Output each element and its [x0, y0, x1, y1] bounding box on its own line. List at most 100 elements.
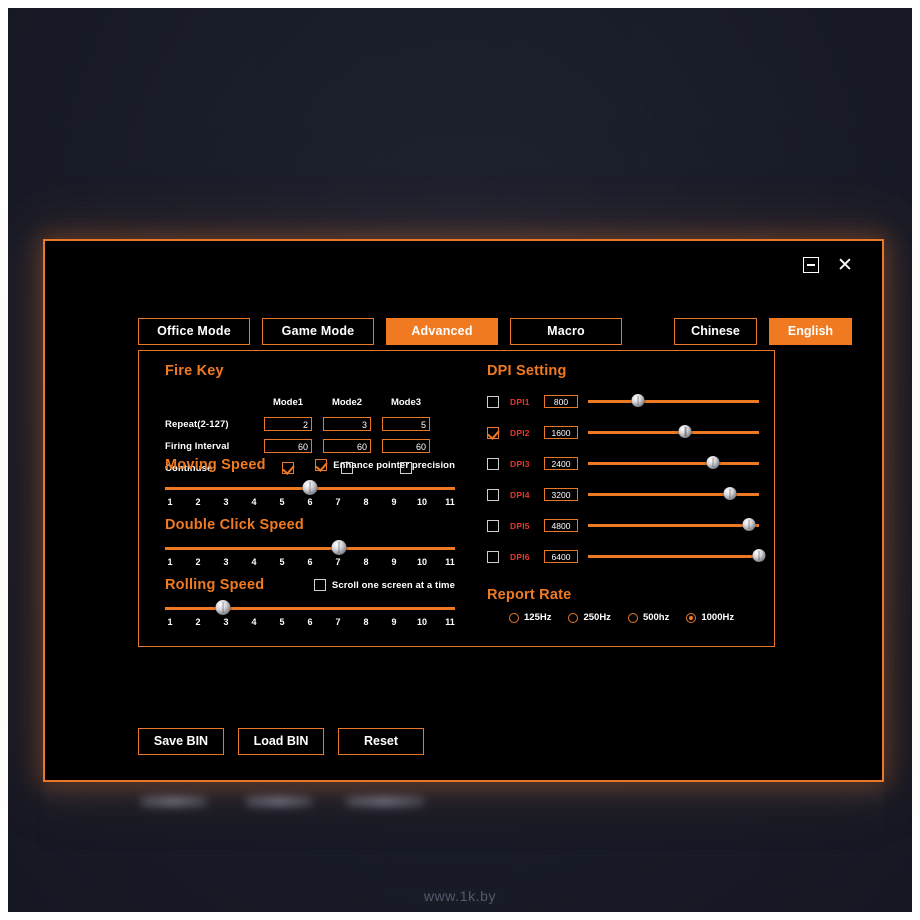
firing-interval-mode3-input[interactable]: 60 [382, 439, 430, 453]
save-bin-button[interactable]: Save BIN [138, 728, 224, 755]
moving-speed-tick: 7 [335, 497, 341, 507]
dpi-row-3: DPI3 2400 [487, 455, 759, 472]
fire-key-col-mode1: Mode1 [272, 396, 304, 408]
dpi5-slider[interactable] [588, 518, 759, 533]
language-switcher: Chinese English [674, 318, 852, 345]
rolling-speed-tick: 6 [307, 617, 313, 627]
repeat-mode3-input[interactable]: 5 [382, 417, 430, 431]
reflection-blur-1 [141, 796, 207, 807]
report-rate-500hz-radio[interactable] [627, 612, 638, 623]
language-chinese-button[interactable]: Chinese [674, 318, 757, 345]
repeat-label: Repeat(2-127) [165, 418, 229, 430]
scroll-one-screen-checkbox[interactable] [313, 579, 326, 591]
moving-speed-tick: 11 [445, 497, 455, 507]
dpi-row-1: DPI1 800 [487, 393, 759, 410]
minimize-button[interactable] [803, 257, 819, 273]
enhance-pointer-precision-option[interactable]: Enhance pointer precision [315, 459, 455, 471]
report-rate-1000hz-radio[interactable] [686, 612, 697, 623]
dpi6-checkbox[interactable] [487, 550, 499, 563]
double-click-speed-tick: 7 [335, 557, 341, 567]
moving-speed-thumb[interactable] [302, 480, 318, 495]
rolling-speed-tick: 9 [391, 617, 397, 627]
dpi5-thumb[interactable] [742, 518, 756, 531]
report-rate-1000hz[interactable]: 1000Hz [686, 612, 734, 623]
report-rate-250hz-label: 250Hz [583, 612, 611, 623]
dpi4-slider[interactable] [588, 487, 759, 502]
double-click-speed-title: Double Click Speed [165, 517, 304, 533]
dpi5-track [588, 524, 759, 527]
double-click-speed-tick: 10 [417, 557, 428, 567]
moving-speed-header: Moving Speed Enhance pointer precision [165, 457, 455, 473]
tab-office-mode[interactable]: Office Mode [138, 318, 250, 345]
report-rate-125hz-radio[interactable] [509, 612, 519, 623]
moving-speed-slider[interactable] [165, 480, 455, 496]
dpi4-thumb[interactable] [723, 487, 737, 500]
dpi1-thumb[interactable] [631, 394, 645, 407]
rolling-speed-track [165, 607, 455, 610]
mode-tab-bar: Office Mode Game Mode Advanced Macro [138, 318, 622, 345]
firing-interval-label: Firing Interval [165, 440, 230, 452]
dpi-row-2: DPI2 1600 [487, 424, 759, 441]
dpi3-thumb[interactable] [706, 456, 720, 469]
repeat-mode1-input[interactable]: 2 [264, 417, 312, 431]
repeat-mode2-cell: 3 [322, 417, 372, 431]
dpi6-thumb[interactable] [752, 549, 766, 562]
report-rate-125hz-label: 125Hz [524, 612, 552, 623]
dpi-row-5: DPI5 4800 [487, 517, 759, 534]
moving-speed-tick: 3 [223, 497, 229, 507]
rolling-speed-tick: 2 [195, 617, 201, 627]
dpi1-slider[interactable] [588, 394, 759, 409]
dpi6-value[interactable]: 6400 [544, 550, 578, 563]
dpi-row-4: DPI4 3200 [487, 486, 759, 503]
dpi3-slider[interactable] [588, 456, 759, 471]
fire-key-row-repeat: Repeat(2-127) 2 3 5 [165, 413, 455, 435]
scroll-one-screen-option[interactable]: Scroll one screen at a time [313, 579, 455, 591]
double-click-speed-tick: 4 [251, 557, 257, 567]
moving-speed-ticks: 1 2 3 4 5 6 7 8 9 10 11 [165, 497, 455, 507]
repeat-mode2-input[interactable]: 3 [323, 417, 371, 431]
dpi4-checkbox[interactable] [487, 488, 499, 501]
report-rate-250hz[interactable]: 250Hz [568, 612, 611, 623]
double-click-speed-thumb[interactable] [331, 540, 347, 555]
report-rate-125hz[interactable]: 125Hz [509, 612, 551, 623]
dpi3-checkbox[interactable] [487, 457, 499, 470]
fire-key-col-mode2: Mode2 [331, 396, 363, 408]
tab-game-mode[interactable]: Game Mode [262, 318, 374, 345]
fire-key-header-row: Mode1 Mode2 Mode3 [165, 391, 455, 413]
double-click-speed-header: Double Click Speed [165, 517, 455, 533]
load-bin-button[interactable]: Load BIN [238, 728, 324, 755]
dpi6-label: DPI6 [510, 551, 530, 562]
language-english-button[interactable]: English [769, 318, 852, 345]
close-button[interactable]: ✕ [836, 256, 854, 275]
rolling-speed-slider[interactable] [165, 600, 455, 616]
dpi5-checkbox[interactable] [487, 519, 499, 532]
report-rate-500hz[interactable]: 500hz [627, 612, 669, 623]
dpi5-value[interactable]: 4800 [544, 519, 578, 532]
firing-interval-mode3-cell: 60 [381, 439, 431, 453]
dpi2-checkbox[interactable] [487, 426, 499, 439]
moving-speed-tick: 8 [363, 497, 369, 507]
report-rate-section: Report Rate 125Hz 250Hz 500hz 1000Hz [487, 587, 777, 623]
dpi4-value[interactable]: 3200 [544, 488, 578, 501]
report-rate-title: Report Rate [487, 587, 572, 603]
reset-button[interactable]: Reset [338, 728, 424, 755]
report-rate-250hz-radio[interactable] [568, 612, 579, 623]
firing-interval-mode1-input[interactable]: 60 [264, 439, 312, 453]
tab-macro[interactable]: Macro [510, 318, 622, 345]
fire-key-row-firing-interval: Firing Interval 60 60 60 [165, 435, 455, 457]
enhance-pointer-precision-checkbox[interactable] [315, 459, 328, 471]
dpi2-thumb[interactable] [678, 425, 692, 438]
rolling-speed-thumb[interactable] [215, 600, 231, 615]
tab-advanced[interactable]: Advanced [386, 318, 498, 345]
dpi2-slider[interactable] [588, 425, 759, 440]
dpi1-value[interactable]: 800 [544, 395, 578, 408]
dpi6-slider[interactable] [588, 549, 766, 564]
dpi3-value[interactable]: 2400 [544, 457, 578, 470]
rolling-speed-section: Rolling Speed Scroll one screen at a tim… [165, 577, 455, 627]
dpi4-label: DPI4 [510, 489, 530, 500]
dpi2-value[interactable]: 1600 [544, 426, 578, 439]
double-click-speed-slider[interactable] [165, 540, 455, 556]
firing-interval-mode2-input[interactable]: 60 [323, 439, 371, 453]
dpi1-checkbox[interactable] [487, 395, 499, 408]
moving-speed-section: Moving Speed Enhance pointer precision 1… [165, 457, 455, 507]
